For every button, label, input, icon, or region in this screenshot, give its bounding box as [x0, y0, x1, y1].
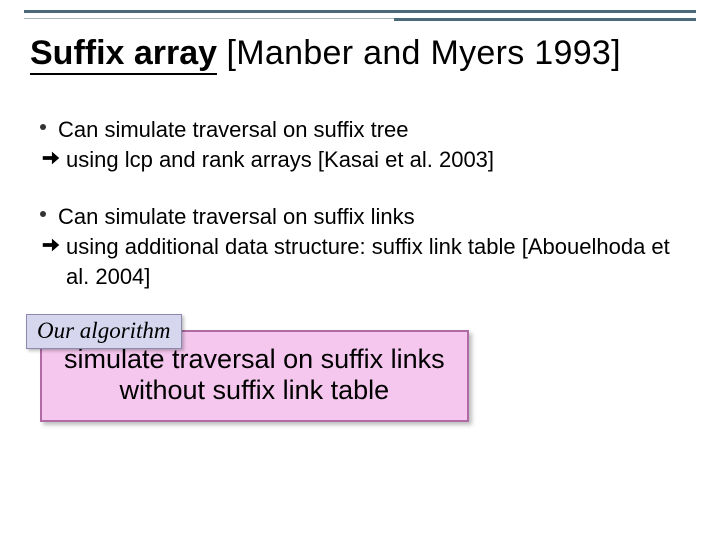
- bullet-line: Can simulate traversal on suffix tree: [40, 115, 690, 145]
- bullet-text: Can simulate traversal on suffix tree: [58, 117, 409, 142]
- header-rule: [24, 10, 696, 24]
- callout-box: Our algorithm simulate traversal on suff…: [40, 330, 469, 422]
- title-reference: [Manber and Myers 1993]: [227, 34, 621, 72]
- bullet-dot-icon: [40, 124, 46, 130]
- callout-line-2: without suffix link table: [64, 375, 445, 406]
- bullet-dot-icon: [40, 211, 46, 217]
- followup-line: using additional data structure: suffix …: [40, 232, 690, 291]
- title-main: Suffix array: [30, 34, 217, 75]
- bullet-text: Can simulate traversal on suffix links: [58, 204, 415, 229]
- arrow-right-icon: [40, 234, 62, 256]
- callout: Our algorithm simulate traversal on suff…: [40, 330, 469, 422]
- followup-text: using lcp and rank arrays [Kasai et al. …: [66, 147, 494, 172]
- bullet-line: Can simulate traversal on suffix links: [40, 202, 690, 232]
- slide-body: Can simulate traversal on suffix tree us…: [40, 115, 690, 319]
- slide-title: Suffix array [Manber and Myers 1993]: [30, 34, 700, 73]
- bullet-group-1: Can simulate traversal on suffix tree us…: [40, 115, 690, 174]
- bullet-group-2: Can simulate traversal on suffix links u…: [40, 202, 690, 291]
- followup-line: using lcp and rank arrays [Kasai et al. …: [40, 145, 690, 175]
- arrow-right-icon: [40, 147, 62, 169]
- callout-tag: Our algorithm: [26, 314, 182, 349]
- followup-text: using additional data structure: suffix …: [66, 234, 670, 289]
